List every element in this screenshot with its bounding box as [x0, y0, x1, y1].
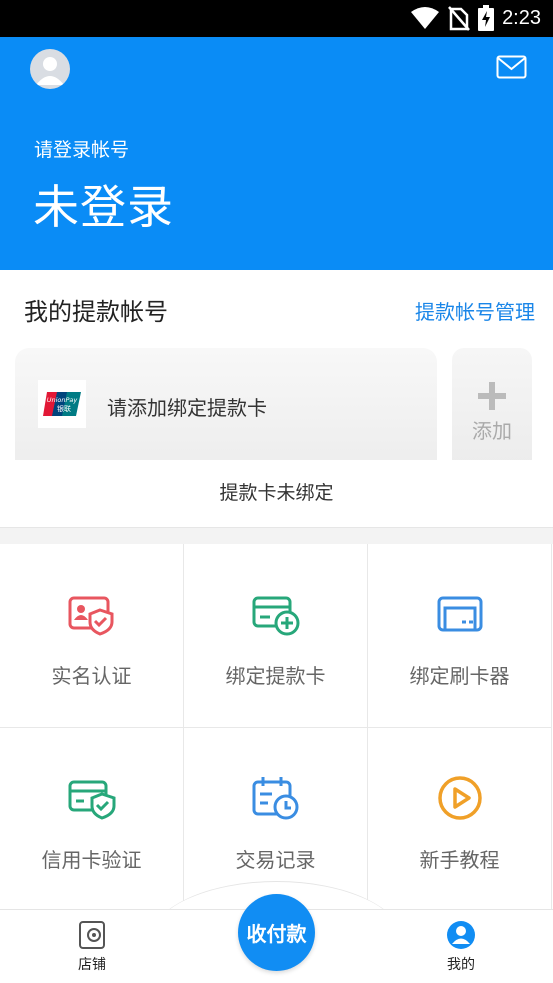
function-grid: 实名认证 绑定提款卡 绑定刷卡器 信用卡验证 交易记录 新手教程	[0, 544, 553, 912]
unionpay-text: UnionPay	[47, 396, 78, 404]
id-verify-icon	[68, 596, 114, 636]
bank-card[interactable]: UnionPay 银联 请添加绑定提款卡	[15, 348, 437, 460]
tab-mine[interactable]: 我的	[421, 920, 501, 974]
play-circle-icon	[438, 776, 482, 820]
add-card-button[interactable]: 添加	[452, 348, 532, 460]
status-time: 2:23	[502, 6, 541, 29]
section-title: 我的提款帐号	[24, 298, 168, 326]
manage-accounts-link[interactable]: 提款帐号管理	[415, 296, 535, 325]
login-status[interactable]: 未登录	[33, 171, 174, 237]
unionpay-logo: UnionPay 银联	[38, 380, 86, 428]
grid-item-label: 绑定刷卡器	[409, 664, 510, 688]
grid-item-bind-reader[interactable]: 绑定刷卡器	[368, 544, 552, 728]
card-shield-icon	[68, 780, 116, 820]
card-reader-icon	[437, 596, 483, 632]
user-circle-icon	[447, 921, 475, 949]
plus-icon	[478, 382, 506, 410]
user-avatar-icon[interactable]	[30, 49, 70, 89]
calendar-clock-icon	[252, 777, 299, 820]
login-hint[interactable]: 请登录帐号	[34, 135, 129, 162]
grid-item-label: 信用卡验证	[41, 848, 142, 872]
battery-charging-icon	[478, 5, 495, 31]
store-wallet-icon	[79, 921, 105, 949]
status-bar: 2:23	[0, 0, 553, 37]
no-sim-icon	[448, 6, 471, 31]
tab-store[interactable]: 店铺	[52, 920, 132, 974]
mail-icon[interactable]	[496, 55, 527, 79]
card-area: UnionPay 银联 请添加绑定提款卡 添加	[0, 348, 553, 460]
status-icons: 2:23	[410, 5, 541, 31]
grid-item-tutorial[interactable]: 新手教程	[368, 728, 552, 912]
grid-item-label: 新手教程	[419, 848, 500, 872]
card-unbound-status: 提款卡未绑定	[0, 460, 553, 528]
grid-item-label: 交易记录	[235, 848, 316, 872]
withdraw-section-header: 我的提款帐号 提款帐号管理	[0, 270, 553, 348]
add-card-icon	[252, 596, 300, 636]
tab-store-label: 店铺	[78, 957, 106, 973]
grid-item-label: 绑定提款卡	[225, 664, 326, 688]
grid-item-real-name[interactable]: 实名认证	[0, 544, 184, 728]
pay-collect-button[interactable]: 收付款	[238, 894, 315, 971]
profile-header: 请登录帐号 未登录	[0, 37, 553, 270]
unionpay-cn-text: 银联	[57, 404, 71, 413]
grid-item-bind-card[interactable]: 绑定提款卡	[184, 544, 368, 728]
grid-item-credit-verify[interactable]: 信用卡验证	[0, 728, 184, 912]
wifi-icon	[411, 7, 440, 29]
card-text: 请添加绑定提款卡	[107, 396, 267, 420]
add-label: 添加	[472, 419, 512, 443]
tab-mine-label: 我的	[447, 957, 475, 973]
grid-item-label: 实名认证	[51, 664, 132, 688]
